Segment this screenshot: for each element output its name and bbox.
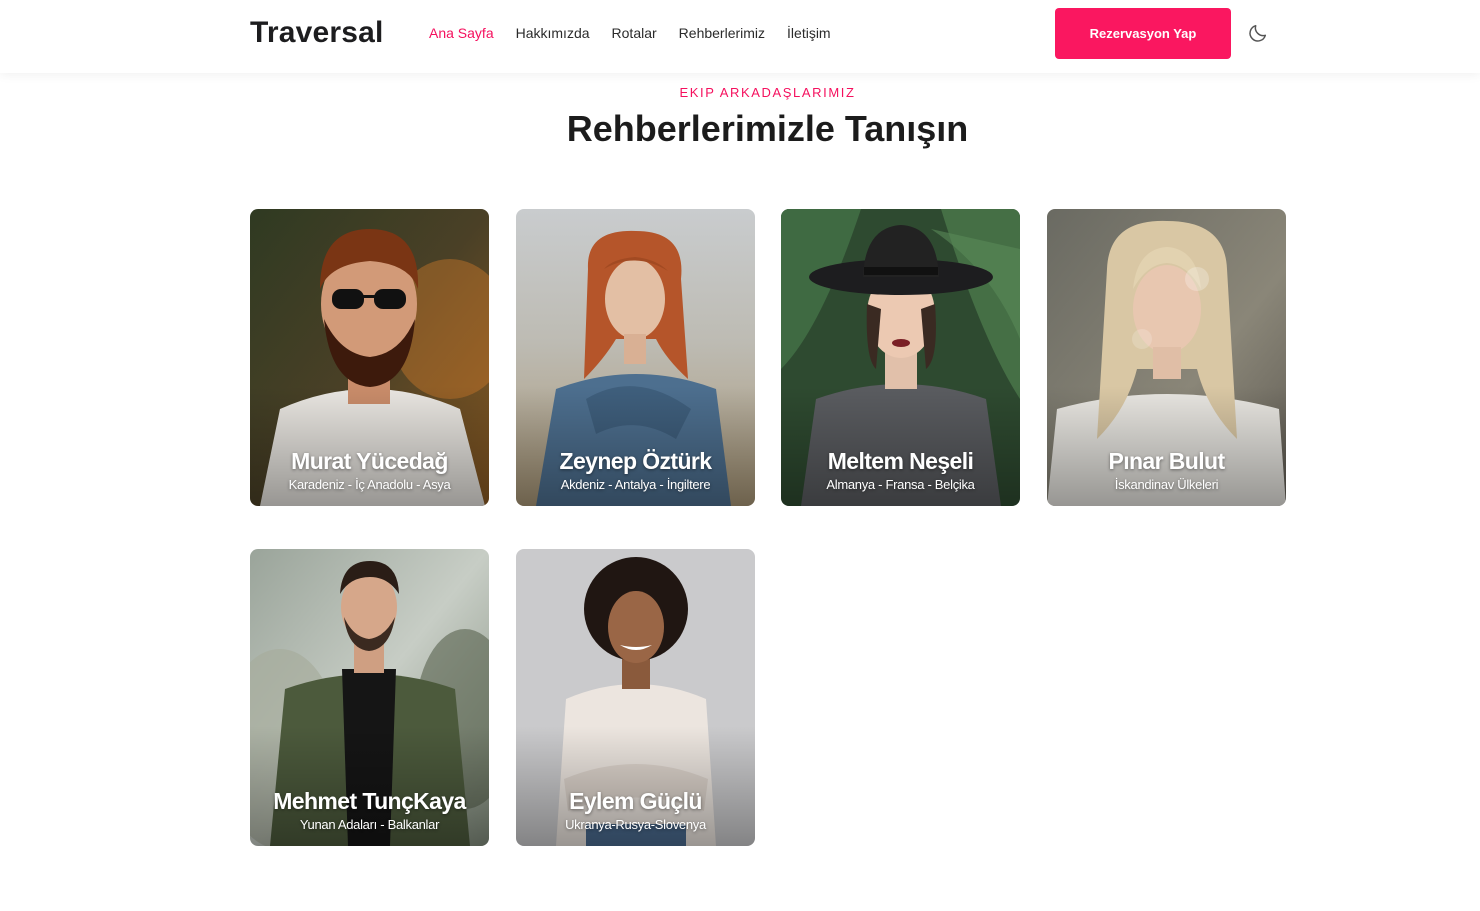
section-eyebrow: EKIP ARKADAŞLARIMIZ — [679, 85, 856, 100]
guide-regions: Ukranya-Rusya-Slovenya — [565, 817, 706, 832]
guide-name: Eylem Güçlü — [569, 788, 702, 814]
main-nav: Ana Sayfa Hakkımızda Rotalar Rehberlerim… — [429, 25, 853, 41]
navbar: Traversal Ana Sayfa Hakkımızda Rotalar R… — [0, 0, 1480, 73]
nav-link-about[interactable]: Hakkımızda — [516, 25, 590, 41]
guide-card[interactable]: Meltem Neşeli Almanya - Fransa - Belçika — [781, 209, 1020, 506]
nav-link-contact[interactable]: İletişim — [787, 25, 831, 41]
guide-name: Zeynep Öztürk — [559, 448, 713, 474]
nav-link-routes[interactable]: Rotalar — [612, 25, 657, 41]
guide-card[interactable]: Zeynep Öztürk Akdeniz - Antalya - İngilt… — [516, 209, 755, 506]
guide-regions: İskandinav Ülkeleri — [1114, 477, 1219, 492]
guide-card[interactable]: Pınar Bulut İskandinav Ülkeleri — [1047, 209, 1286, 506]
brand-logo[interactable]: Traversal — [250, 16, 384, 50]
reservation-button[interactable]: Rezervasyon Yap — [1055, 8, 1231, 59]
guide-name: Meltem Neşeli — [827, 448, 974, 474]
guide-card[interactable]: Mehmet TunçKaya Yunan Adaları - Balkanla… — [250, 549, 489, 846]
guide-regions: Almanya - Fransa - Belçika — [826, 477, 975, 492]
guide-name: Mehmet TunçKaya — [273, 788, 466, 814]
guide-name: Murat Yücedağ — [291, 448, 448, 474]
section-title: Rehberlerimizle Tanışın — [566, 108, 969, 149]
moon-icon[interactable] — [1247, 22, 1269, 44]
nav-link-guides[interactable]: Rehberlerimiz — [679, 25, 765, 41]
guide-card[interactable]: Eylem Güçlü Ukranya-Rusya-Slovenya — [516, 549, 755, 846]
nav-link-home[interactable]: Ana Sayfa — [429, 25, 494, 41]
guide-card[interactable]: Murat Yücedağ Karadeniz - İç Anadolu - A… — [250, 209, 489, 506]
guide-name: Pınar Bulut — [1108, 448, 1225, 474]
guide-regions: Yunan Adaları - Balkanlar — [299, 817, 440, 832]
guide-regions: Akdeniz - Antalya - İngiltere — [560, 477, 711, 492]
guide-regions: Karadeniz - İç Anadolu - Asya — [288, 477, 451, 492]
